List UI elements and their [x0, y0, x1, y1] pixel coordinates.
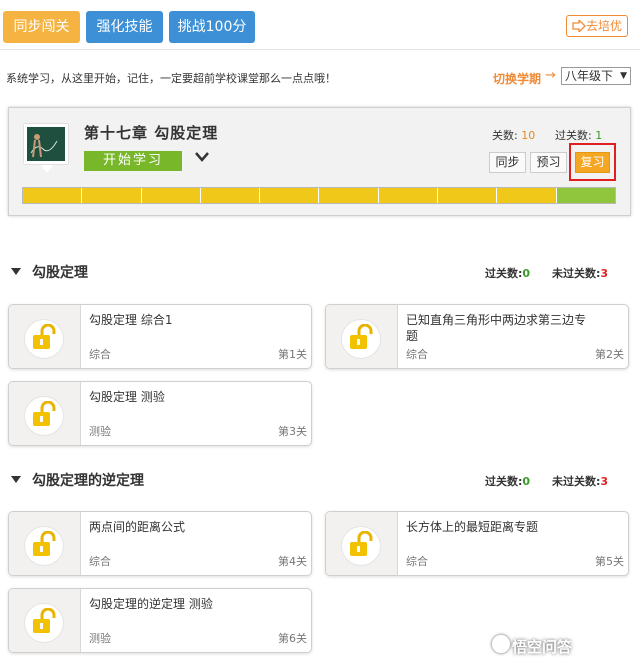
go-advanced-button[interactable]: 去培优	[566, 15, 628, 37]
divider	[0, 49, 640, 50]
section-unpassed-value: 3	[600, 267, 609, 280]
unlocked-padlock-icon	[33, 401, 56, 426]
chapter-title: 第十七章 勾股定理	[84, 124, 219, 142]
lesson-card[interactable]: 已知直角三角形中两边求第三边专题 综合 第2关	[325, 304, 629, 369]
lesson-title: 两点间的距离公式	[89, 520, 186, 534]
tab-sync-levels[interactable]: 同步闯关	[3, 11, 80, 43]
tab-challenge-100[interactable]: 挑战100分	[169, 11, 255, 43]
lesson-icon-panel	[326, 512, 398, 575]
passed-count-label: 过关数:	[555, 129, 596, 142]
lesson-title: 勾股定理 综合1	[89, 313, 173, 327]
collapse-triangle-icon	[11, 268, 21, 275]
collapse-triangle-icon	[11, 476, 21, 483]
chapter-progress-bar	[22, 187, 616, 204]
lesson-icon-panel	[9, 589, 81, 652]
arrow-right-icon	[572, 20, 586, 32]
progress-segment	[438, 188, 498, 203]
unlocked-padlock-icon	[33, 531, 56, 556]
passed-count: 过关数: 1	[555, 127, 602, 143]
lesson-card[interactable]: 长方体上的最短距离专题 综合 第5关	[325, 511, 629, 576]
progress-segment	[556, 188, 615, 203]
progress-segment	[141, 188, 201, 203]
section-passed-label: 过关数:	[485, 475, 523, 488]
section-unpassed-stat: 未过关数:3	[552, 473, 608, 489]
progress-segment	[260, 188, 320, 203]
dropdown-triangle-icon: ▼	[620, 71, 627, 81]
chevron-down-icon[interactable]	[195, 150, 209, 166]
lesson-icon-panel	[9, 382, 81, 445]
grade-select[interactable]: 八年级下 ▼	[561, 67, 631, 85]
watermark: 悟空问答	[512, 638, 573, 656]
intro-hint: 系统学习，从这里开始，记住，一定要超前学校课堂那么一点点哦！	[6, 72, 336, 85]
lesson-number: 第5关	[595, 555, 624, 568]
lesson-number: 第2关	[595, 348, 624, 361]
unlocked-padlock-icon	[33, 608, 56, 633]
section-unpassed-value: 3	[600, 475, 609, 488]
lesson-number: 第3关	[278, 425, 307, 438]
lesson-kind: 测验	[89, 425, 111, 438]
section-unpassed-stat: 未过关数:3	[552, 265, 608, 281]
lesson-card[interactable]: 勾股定理 测验 测验 第3关	[8, 381, 312, 446]
lesson-title: 勾股定理的逆定理 测验	[89, 597, 213, 611]
watermark-logo-icon	[492, 635, 510, 653]
lesson-icon-panel	[326, 305, 398, 368]
section-unpassed-label: 未过关数:	[552, 267, 601, 280]
section-header[interactable]: 勾股定理的逆定理	[11, 470, 144, 490]
level-count-value: 10	[521, 129, 536, 142]
progress-segment	[23, 188, 83, 203]
level-count: 关数: 10	[492, 127, 535, 143]
lesson-icon-panel	[9, 512, 81, 575]
progress-segment	[378, 188, 439, 203]
lesson-kind: 综合	[89, 348, 111, 361]
section-title: 勾股定理	[32, 265, 88, 281]
section-title: 勾股定理的逆定理	[32, 473, 144, 489]
lesson-number: 第4关	[278, 555, 307, 568]
lesson-card[interactable]: 两点间的距离公式 综合 第4关	[8, 511, 312, 576]
chapter-thumbnail	[24, 124, 68, 173]
grade-select-value: 八年级下	[565, 69, 614, 83]
lesson-kind: 综合	[89, 555, 111, 568]
section-unpassed-label: 未过关数:	[552, 475, 601, 488]
switch-term-link[interactable]: 切换学期	[493, 70, 541, 87]
section-passed-value: 0	[522, 475, 531, 488]
go-advanced-label: 去培优	[585, 19, 622, 33]
arrow-icon: →	[545, 68, 556, 83]
lesson-number: 第6关	[278, 632, 307, 645]
progress-segment	[497, 188, 557, 203]
unlocked-padlock-icon	[350, 531, 373, 556]
progress-segment	[82, 188, 142, 203]
lesson-icon-panel	[9, 305, 81, 368]
passed-count-value: 1	[595, 129, 603, 142]
lesson-kind: 测验	[89, 632, 111, 645]
highlight-box	[569, 143, 616, 181]
start-learning-button[interactable]: 开始学习	[84, 151, 182, 171]
lesson-card[interactable]: 勾股定理 综合1 综合 第1关	[8, 304, 312, 369]
page: 同步闯关 强化技能 挑战100分 去培优 系统学习，从这里开始，记住，一定要超前…	[0, 0, 640, 665]
lesson-kind: 综合	[406, 348, 428, 361]
tab-strengthen-skills[interactable]: 强化技能	[86, 11, 163, 43]
chapter-card: 第十七章 勾股定理 开始学习 关数: 10 过关数: 1 同步 预习 复习	[8, 107, 631, 216]
level-count-label: 关数:	[492, 129, 522, 142]
lesson-kind: 综合	[406, 555, 428, 568]
lesson-number: 第1关	[278, 348, 307, 361]
unlocked-padlock-icon	[350, 324, 373, 349]
lesson-title: 勾股定理 测验	[89, 390, 165, 404]
section-passed-value: 0	[522, 267, 531, 280]
section-passed-stat: 过关数:0	[485, 473, 530, 489]
lesson-title: 已知直角三角形中两边求第三边专题	[406, 313, 587, 343]
preview-mode-button[interactable]: 预习	[530, 152, 567, 173]
section-passed-label: 过关数:	[485, 267, 523, 280]
unlocked-padlock-icon	[33, 324, 56, 349]
progress-segment	[319, 188, 379, 203]
thumbnail-pointer	[41, 165, 53, 173]
blackboard-image	[27, 127, 65, 161]
sync-mode-button[interactable]: 同步	[489, 152, 526, 173]
section-passed-stat: 过关数:0	[485, 265, 530, 281]
progress-segment	[200, 188, 261, 203]
section-header[interactable]: 勾股定理	[11, 262, 88, 282]
lesson-card[interactable]: 勾股定理的逆定理 测验 测验 第6关	[8, 588, 312, 653]
lesson-title: 长方体上的最短距离专题	[406, 520, 539, 534]
